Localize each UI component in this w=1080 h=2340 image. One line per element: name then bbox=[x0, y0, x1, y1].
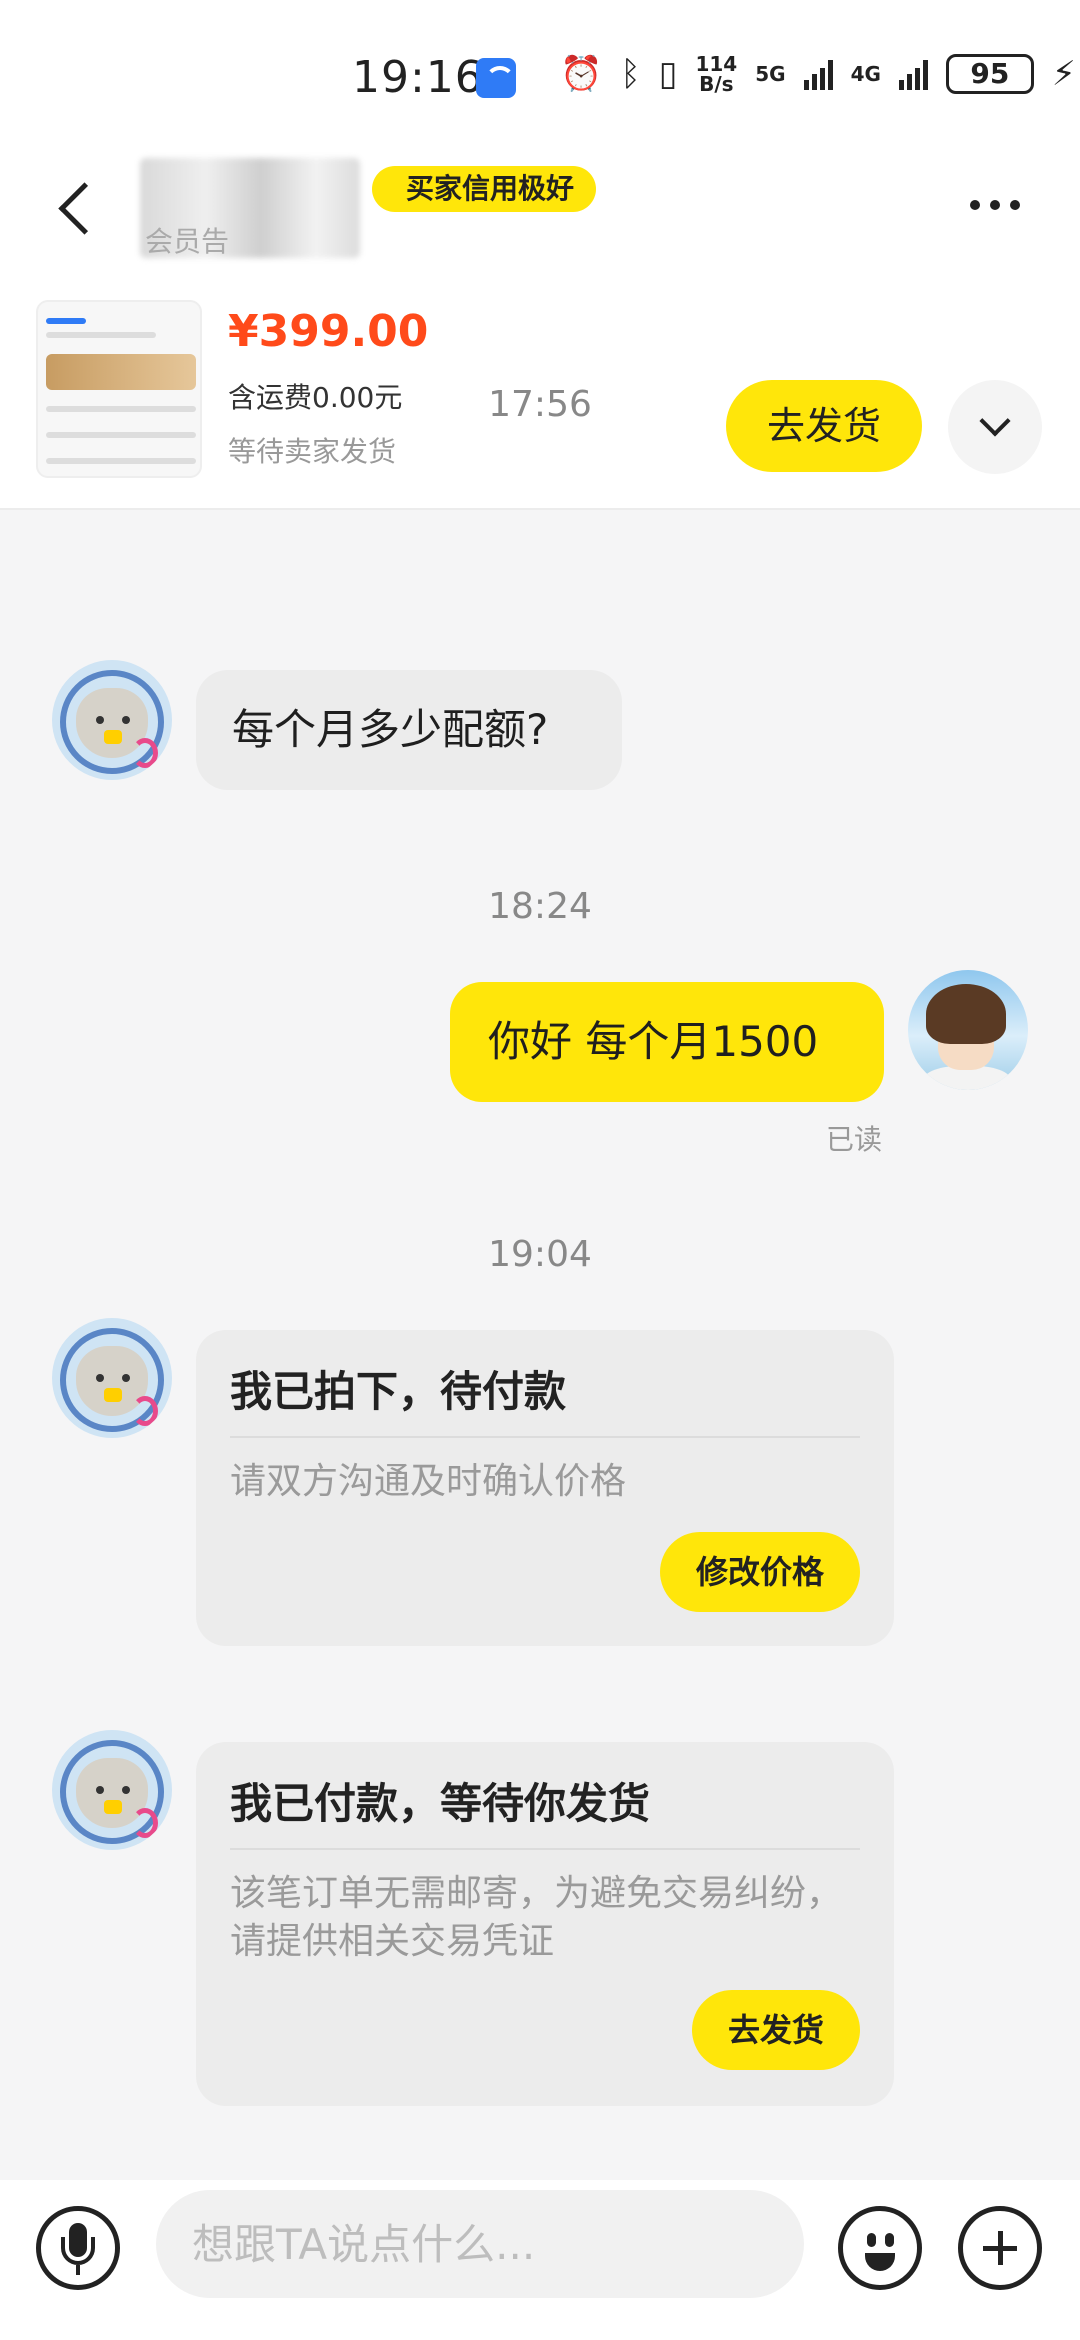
user-avatar[interactable] bbox=[908, 970, 1028, 1090]
signal-5g-label: 5G bbox=[755, 62, 786, 86]
header-subtitle: 会员告 bbox=[145, 225, 230, 258]
incoming-message: 每个月多少配额? bbox=[196, 670, 622, 790]
vibrate-icon: ▯ bbox=[658, 54, 678, 94]
read-receipt: 已读 bbox=[826, 1123, 883, 1156]
card-title: 我已付款，等待你发货 bbox=[230, 1779, 651, 1828]
microphone-icon[interactable] bbox=[36, 2206, 120, 2290]
status-icons: ⏰ ᛒ ▯ 114 B/s 5G 4G 95 ⚡ bbox=[560, 54, 1076, 94]
signal-bars-icon bbox=[898, 58, 928, 90]
order-status: 等待卖家发货 bbox=[228, 435, 397, 468]
status-time: 19:16 bbox=[352, 52, 484, 103]
outgoing-message: 你好 每个月1500 bbox=[450, 982, 884, 1102]
message-timestamp: 19:04 bbox=[488, 1234, 592, 1275]
seller-avatar[interactable] bbox=[52, 1730, 172, 1850]
seller-avatar[interactable] bbox=[52, 1318, 172, 1438]
credit-badge: 买家信用极好 bbox=[372, 166, 597, 212]
seller-avatar[interactable] bbox=[52, 660, 172, 780]
message-timestamp: 17:56 bbox=[488, 384, 592, 425]
plus-icon[interactable] bbox=[958, 2206, 1042, 2290]
order-card-pending: 我已拍下，待付款 请双方沟通及时确认价格 修改价格 bbox=[196, 1330, 894, 1646]
product-price: ¥399.00 bbox=[228, 306, 429, 357]
ship-now-button[interactable]: 去发货 bbox=[691, 1990, 860, 2070]
modify-price-button[interactable]: 修改价格 bbox=[659, 1532, 860, 1612]
wifi-icon bbox=[476, 58, 516, 98]
net-speed: 114 B/s bbox=[695, 52, 738, 96]
charging-icon: ⚡ bbox=[1051, 54, 1076, 94]
message-input-bar bbox=[0, 2180, 1080, 2340]
card-divider bbox=[230, 1436, 860, 1438]
more-dots-icon[interactable] bbox=[970, 190, 1040, 220]
message-input[interactable] bbox=[156, 2190, 804, 2298]
battery-icon: 95 bbox=[945, 54, 1034, 94]
card-description: 请双方沟通及时确认价格 bbox=[230, 1461, 627, 1502]
bluetooth-icon: ᛒ bbox=[620, 54, 641, 94]
card-divider bbox=[230, 1848, 860, 1850]
status-bar: 19:16 ⏰ ᛒ ▯ 114 B/s 5G 4G 95 ⚡ bbox=[0, 0, 1080, 150]
alarm-icon: ⏰ bbox=[560, 54, 603, 94]
emoji-icon[interactable] bbox=[838, 2206, 922, 2290]
card-description: 该笔订单无需邮寄，为避免交易纠纷，请提供相关交易凭证 bbox=[230, 1873, 843, 1962]
signal-4g-label: 4G bbox=[850, 62, 881, 86]
message-timestamp: 18:24 bbox=[488, 886, 592, 927]
card-title: 我已拍下，待付款 bbox=[230, 1367, 567, 1416]
chat-header: 买家信用极好 会员告 bbox=[0, 150, 1080, 290]
signal-bars-icon bbox=[803, 58, 833, 90]
order-card-paid: 我已付款，等待你发货 该笔订单无需邮寄，为避免交易纠纷，请提供相关交易凭证 去发… bbox=[196, 1742, 894, 2106]
back-arrow-icon[interactable] bbox=[48, 178, 108, 238]
